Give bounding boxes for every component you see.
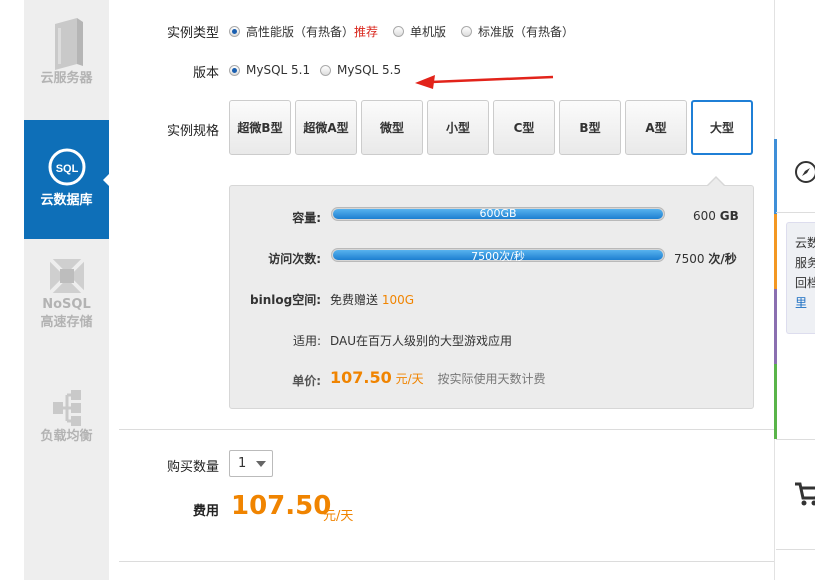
sql-database-icon: SQL	[48, 148, 85, 186]
visits-bar: 7500次/秒	[331, 248, 665, 262]
instance-type-label: 实例类型	[166, 26, 219, 41]
detail-pointer-inner	[707, 178, 725, 187]
notice-line-2: 服务	[795, 256, 815, 270]
radio-dot	[320, 64, 331, 76]
spec-option-b[interactable]: B型	[559, 100, 621, 155]
capacity-value-unit: GB	[719, 209, 739, 223]
spec-label: 实例规格	[166, 124, 219, 139]
unit-price-label: 单价:	[292, 374, 321, 388]
unit-price-value: 107.50 元/天 按实际使用天数计费	[330, 368, 545, 387]
usage-label: 适用:	[292, 334, 321, 348]
section-divider-bottom	[119, 561, 774, 562]
visits-value: 7500 次/秒	[674, 250, 737, 267]
radio-dot	[229, 26, 240, 37]
instance-type-standard-radio[interactable]: 标准版（有热备）	[461, 23, 574, 40]
version-mysql55-radio[interactable]: MySQL 5.5	[320, 63, 401, 77]
capacity-value-number: 600	[693, 209, 716, 223]
quantity-value: 1	[238, 456, 247, 471]
binlog-value-text: 免费赠送	[330, 293, 379, 307]
radio-dot	[393, 26, 404, 37]
active-indicator	[103, 172, 110, 187]
fee-unit: 元/天	[323, 509, 354, 524]
fee-label: 费用	[192, 504, 219, 519]
sidebar-item-label: 负载均衡	[40, 429, 93, 444]
quantity-label: 购买数量	[166, 460, 219, 475]
recommend-tag: 推荐	[354, 25, 379, 39]
right-panel-notice: 云数 服务 回档 里	[786, 222, 815, 334]
capacity-bar-text: 600GB	[479, 207, 517, 220]
sidebar-item-label-2: 高速存储	[40, 315, 93, 330]
instance-type-single-radio[interactable]: 单机版	[393, 23, 446, 40]
instance-type-high-performance-radio[interactable]: 高性能版（有热备） 推荐	[229, 23, 378, 40]
radio-label: 高性能版（有热备）	[246, 25, 355, 39]
radio-dot	[229, 64, 240, 76]
cart-icon[interactable]	[794, 480, 815, 508]
sidebar-item-nosql[interactable]: NoSQL 高速存储	[24, 256, 109, 346]
strip-green	[774, 364, 777, 439]
right-panel-divider-2	[776, 439, 815, 440]
annotation-arrow-icon	[415, 75, 554, 89]
version-label: 版本	[192, 66, 219, 81]
compass-icon[interactable]	[794, 160, 815, 184]
spec-option-a[interactable]: A型	[625, 100, 687, 155]
radio-label: 单机版	[410, 25, 447, 39]
usage-value: DAU在百万人级别的大型游戏应用	[330, 334, 513, 348]
product-sidebar: 云服务器 SQL 云数据库 NoSQL 高速存储 负载均衡	[24, 0, 110, 580]
sidebar-item-label: NoSQL	[42, 297, 91, 312]
capacity-bar: 600GB	[331, 207, 665, 221]
svg-text:SQL: SQL	[55, 163, 78, 175]
binlog-value: 免费赠送 100G	[330, 291, 414, 308]
spec-option-small[interactable]: 小型	[427, 100, 489, 155]
capacity-label: 容量:	[292, 211, 321, 225]
notice-link[interactable]: 里	[795, 293, 815, 313]
fee-amount: 107.50	[231, 491, 332, 521]
sidebar-item-label: 云数据库	[40, 193, 93, 208]
strip-orange	[774, 214, 777, 289]
sidebar-item-load-balancer[interactable]: 负载均衡	[24, 388, 109, 468]
capacity-value: 600 GB	[693, 209, 739, 223]
sidebar-item-cloud-server[interactable]: 云服务器	[24, 18, 109, 100]
visits-value-unit: 次/秒	[708, 252, 737, 266]
spec-option-c[interactable]: C型	[493, 100, 555, 155]
radio-dot	[461, 26, 472, 37]
nosql-storage-icon	[48, 257, 85, 295]
unit-price-amount: 107.50	[330, 368, 392, 387]
quantity-select[interactable]: 1	[229, 450, 273, 477]
binlog-value-amount: 100G	[381, 293, 415, 307]
spec-option-ultra-micro-a[interactable]: 超微A型	[295, 100, 357, 155]
notice-line-1: 云数	[795, 236, 815, 250]
load-balancer-icon	[52, 390, 81, 426]
billing-note: 按实际使用天数计费	[437, 372, 546, 386]
spec-option-micro[interactable]: 微型	[361, 100, 423, 155]
chevron-down-icon	[256, 461, 266, 467]
notice-line-3: 回档	[795, 276, 815, 290]
strip-blue	[774, 139, 777, 214]
visits-value-number: 7500	[674, 252, 705, 266]
unit-price-unit: 元/天	[395, 372, 424, 386]
right-panel-divider-3	[776, 549, 815, 550]
strip-purple	[774, 289, 777, 364]
sidebar-item-label: 云服务器	[40, 71, 93, 86]
radio-label: MySQL 5.1	[246, 63, 311, 77]
server-icon	[54, 18, 83, 70]
spec-option-large[interactable]: 大型	[691, 100, 753, 155]
radio-label: MySQL 5.5	[337, 63, 402, 77]
visits-label: 访问次数:	[268, 252, 321, 266]
radio-label: 标准版（有热备）	[478, 25, 575, 39]
visits-bar-text: 7500次/秒	[471, 250, 525, 262]
binlog-label: binlog空间:	[250, 293, 321, 307]
right-panel-color-strip	[774, 139, 777, 439]
section-divider	[119, 429, 774, 430]
right-panel-divider	[776, 212, 815, 213]
spec-option-ultra-micro-b[interactable]: 超微B型	[229, 100, 291, 155]
version-mysql51-radio[interactable]: MySQL 5.1	[229, 63, 310, 77]
sidebar-item-cloud-database[interactable]: SQL 云数据库	[24, 120, 110, 239]
